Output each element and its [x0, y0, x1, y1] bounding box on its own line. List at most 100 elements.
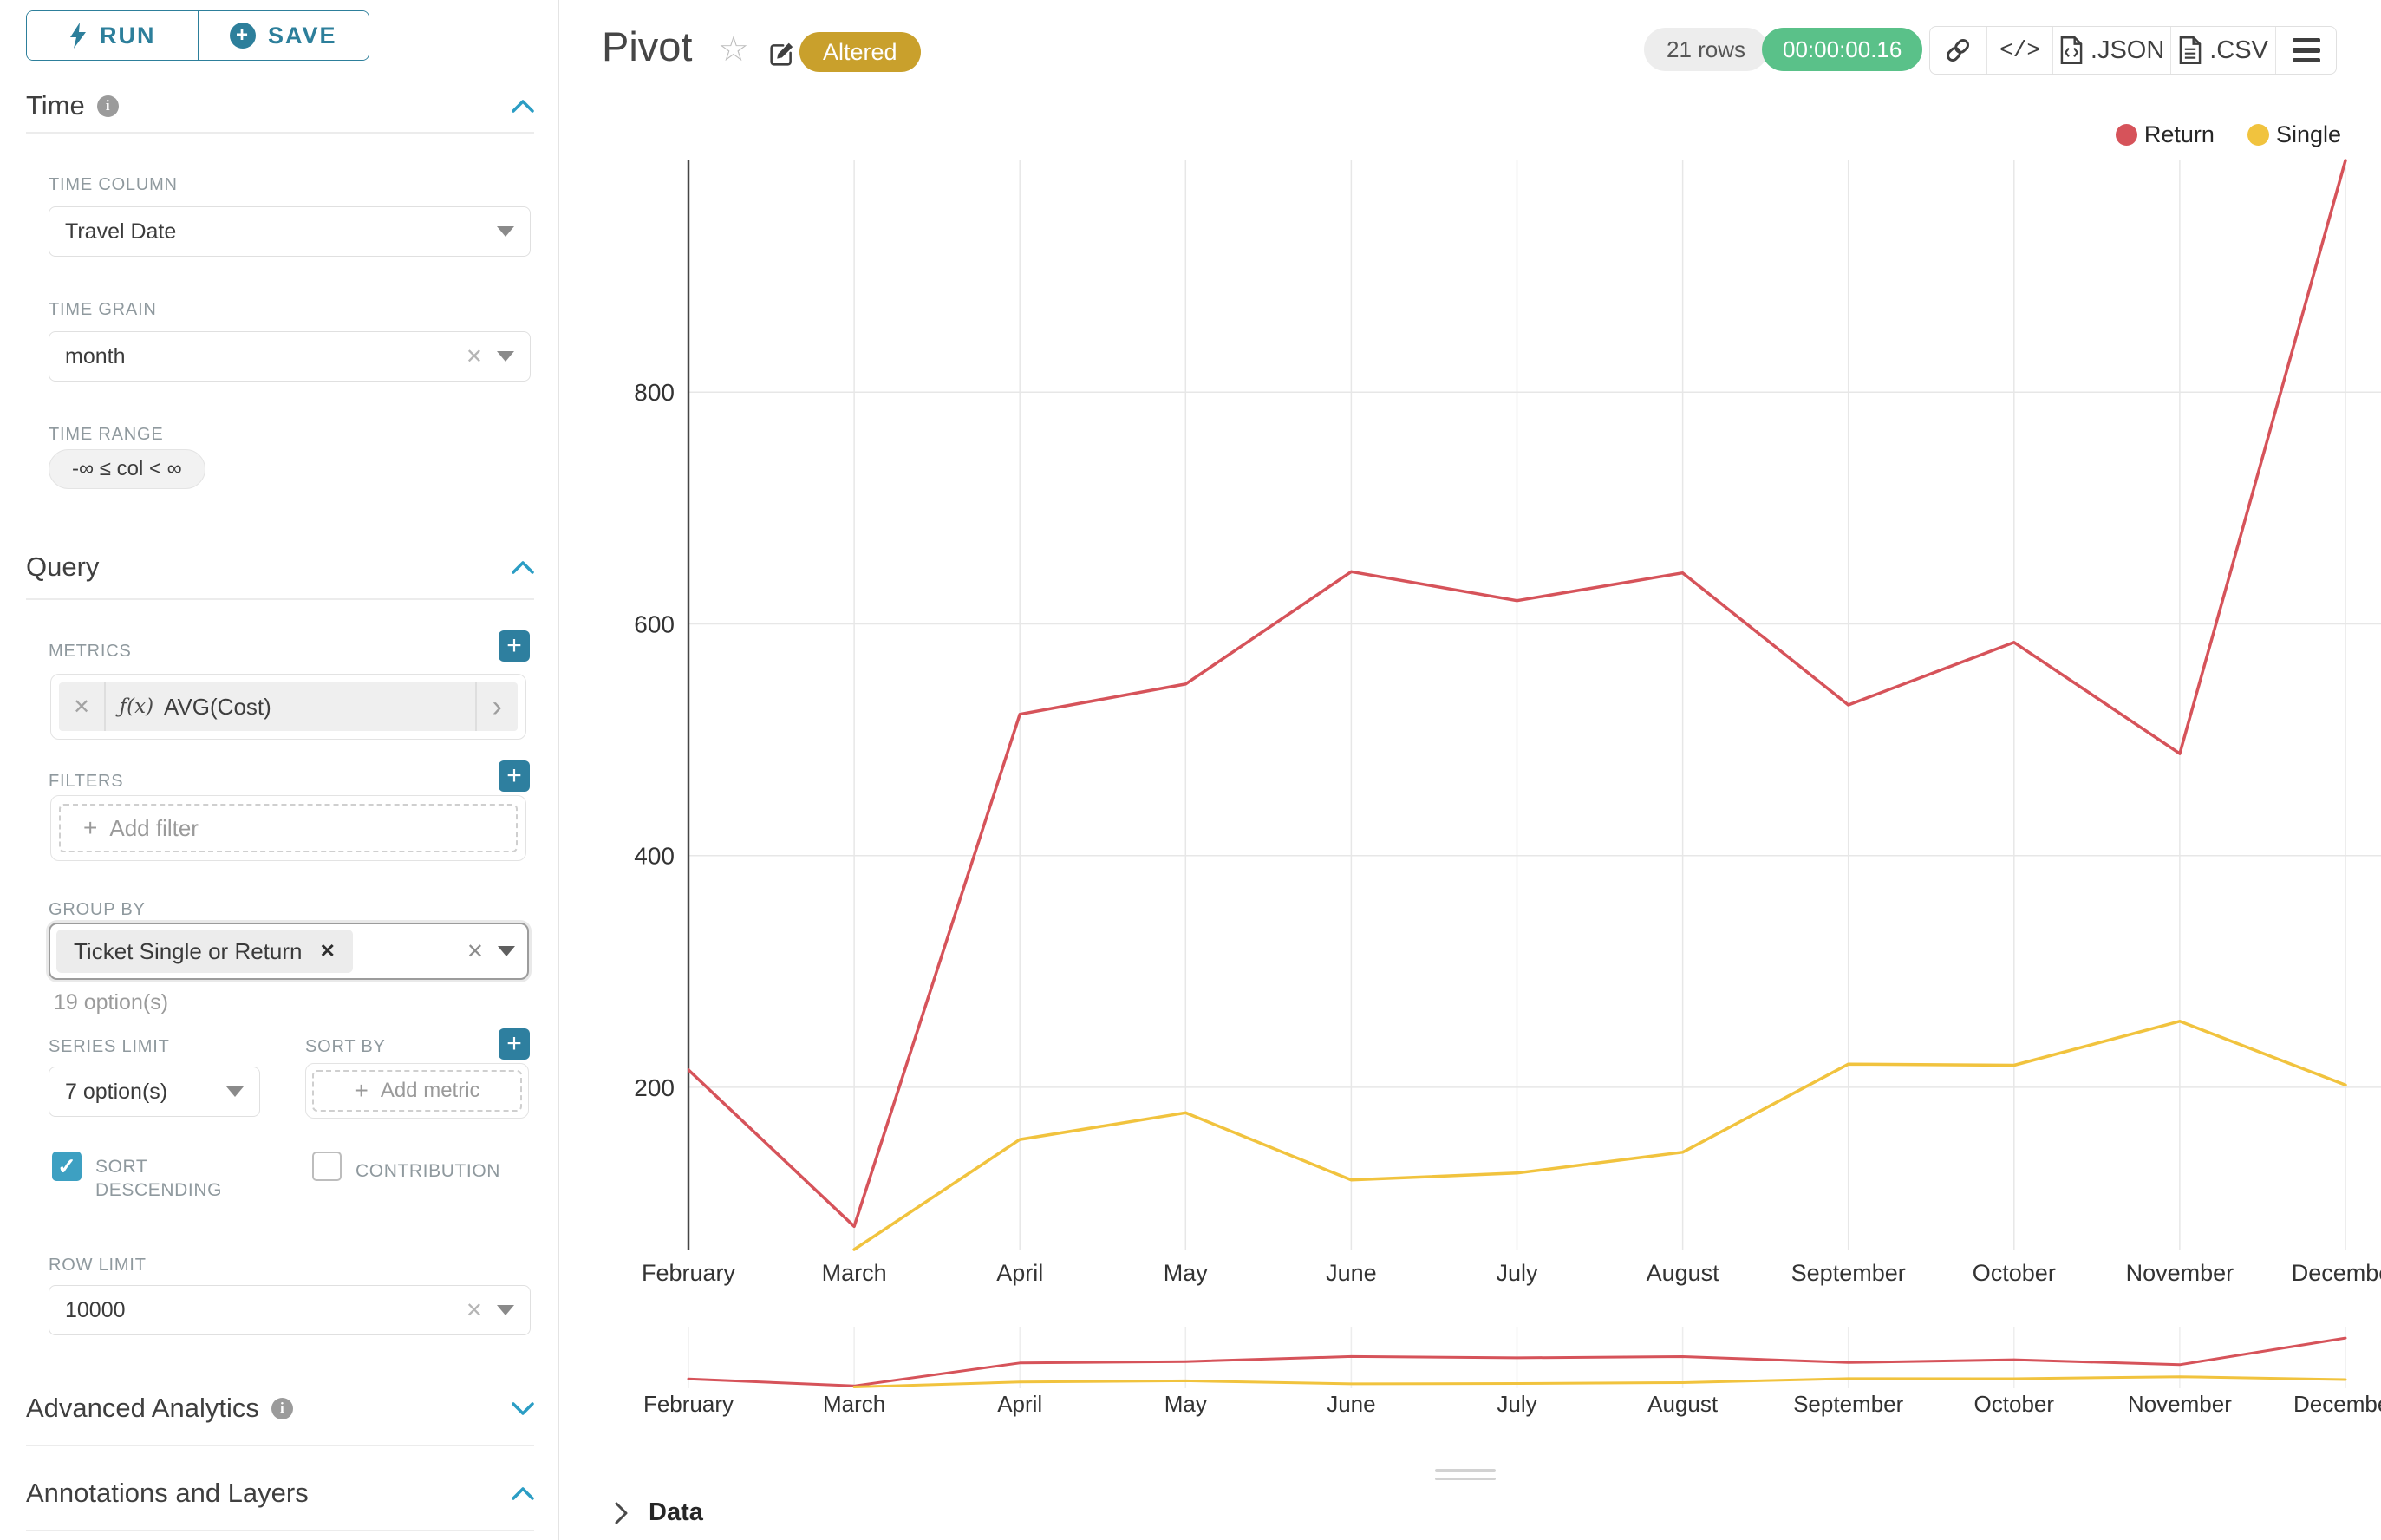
metric-value: AVG(Cost)	[153, 694, 271, 721]
metric-field: ✕ ƒ(x) AVG(Cost) ›	[50, 674, 526, 740]
svg-text:November: November	[2126, 1260, 2234, 1286]
series-limit-select[interactable]: 7 option(s)	[49, 1067, 260, 1117]
clear-icon[interactable]: ✕	[466, 344, 483, 369]
filters-label: FILTERS	[49, 772, 123, 792]
clear-icon[interactable]: ✕	[466, 1298, 483, 1323]
add-filter-plus-button[interactable]: +	[499, 760, 530, 792]
panel-resize-handle[interactable]	[1435, 1469, 1496, 1485]
sort-descending-checkbox[interactable]: ✓	[52, 1152, 82, 1181]
plus-circle-icon: +	[230, 23, 256, 49]
info-icon[interactable]: i	[271, 1398, 293, 1419]
chevron-up-icon[interactable]	[512, 1487, 534, 1500]
chevron-down-icon	[226, 1086, 244, 1097]
filters-field: + Add filter	[50, 795, 526, 861]
query-timer-badge: 00:00:00.16	[1762, 28, 1922, 71]
svg-text:April: April	[997, 1391, 1042, 1417]
time-column-label: TIME COLUMN	[49, 175, 178, 195]
add-filter-button[interactable]: + Add filter	[59, 804, 518, 852]
chevron-up-icon[interactable]	[512, 561, 534, 574]
add-filter-label: Add filter	[109, 815, 199, 842]
advanced-analytics-title: Advanced Analytics	[26, 1393, 259, 1424]
advanced-analytics-header[interactable]: Advanced Analytics i	[26, 1389, 534, 1427]
svg-text:October: October	[1974, 1391, 2055, 1417]
svg-text:August: August	[1647, 1260, 1720, 1286]
line-chart[interactable]: 200400600800FebruaryMarchAprilMayJuneJul…	[559, 104, 2381, 1318]
divider	[26, 132, 534, 134]
query-section-header[interactable]: Query	[26, 548, 534, 586]
row-limit-select[interactable]: 10000 ✕	[49, 1285, 531, 1335]
svg-text:June: June	[1326, 1260, 1377, 1286]
svg-text:800: 800	[634, 379, 675, 406]
json-file-icon	[2059, 36, 2084, 64]
svg-text:June: June	[1327, 1391, 1375, 1417]
svg-text:February: February	[643, 1391, 734, 1417]
svg-text:March: March	[822, 1260, 887, 1286]
time-grain-select[interactable]: month ✕	[49, 331, 531, 382]
save-button[interactable]: + SAVE	[198, 11, 369, 60]
contribution-label: CONTRIBUTION	[356, 1159, 500, 1183]
time-range-pill[interactable]: -∞ ≤ col < ∞	[49, 449, 205, 489]
sort-by-label: SORT BY	[305, 1037, 386, 1057]
divider	[26, 1445, 534, 1446]
export-json-button[interactable]: .JSON	[2052, 27, 2169, 74]
save-button-label: SAVE	[268, 23, 337, 49]
remove-metric-icon[interactable]: ✕	[59, 695, 104, 720]
csv-file-icon	[2178, 36, 2202, 64]
time-range-value: -∞ ≤ col < ∞	[72, 457, 182, 481]
group-by-select[interactable]: Ticket Single or Return ✕ ✕	[49, 923, 529, 980]
remove-tag-icon[interactable]: ✕	[319, 940, 335, 962]
view-query-button[interactable]: </>	[1986, 27, 2053, 74]
time-column-select[interactable]: Travel Date	[49, 206, 531, 257]
row-count-badge: 21 rows	[1644, 28, 1768, 71]
chart-menu-button[interactable]	[2275, 27, 2336, 74]
add-metric-button[interactable]: +	[499, 630, 530, 662]
export-toolbar: </> .JSON .CSV	[1929, 26, 2337, 75]
series-limit-label: SERIES LIMIT	[49, 1037, 170, 1057]
altered-badge: Altered	[799, 32, 921, 72]
chevron-down-icon	[497, 226, 514, 237]
info-icon[interactable]: i	[97, 95, 119, 117]
svg-text:August: August	[1647, 1391, 1719, 1417]
link-icon	[1944, 36, 1972, 64]
row-limit-value: 10000	[65, 1298, 126, 1323]
contribution-checkbox[interactable]	[312, 1152, 342, 1181]
svg-text:600: 600	[634, 610, 675, 637]
add-sort-metric[interactable]: + Add metric	[312, 1070, 522, 1112]
favorite-star-icon[interactable]: ☆	[718, 29, 749, 69]
group-by-tag[interactable]: Ticket Single or Return ✕	[56, 930, 353, 973]
chevron-down-icon	[497, 1305, 514, 1315]
sort-by-placeholder: Add metric	[381, 1079, 480, 1103]
share-link-button[interactable]	[1930, 27, 1986, 74]
divider	[26, 1530, 534, 1531]
code-icon: </>	[1999, 37, 2040, 63]
annotations-section-header[interactable]: Annotations and Layers	[26, 1474, 534, 1512]
metric-pill[interactable]: ✕ ƒ(x) AVG(Cost) ›	[59, 682, 518, 731]
series-limit-value: 7 option(s)	[65, 1080, 167, 1105]
time-section-header[interactable]: Time i	[26, 87, 534, 125]
svg-text:December: December	[2292, 1260, 2381, 1286]
clear-icon[interactable]: ✕	[466, 939, 484, 964]
export-csv-button[interactable]: .CSV	[2170, 27, 2275, 74]
chevron-down-icon[interactable]	[512, 1402, 534, 1415]
svg-text:April: April	[996, 1260, 1043, 1286]
add-sort-metric-button[interactable]: +	[499, 1028, 530, 1060]
export-json-label: .JSON	[2091, 36, 2164, 65]
sort-by-field: + Add metric	[305, 1063, 529, 1119]
svg-text:September: September	[1791, 1260, 1906, 1286]
chevron-down-icon	[497, 351, 514, 362]
run-button[interactable]: RUN	[27, 11, 198, 60]
run-button-label: RUN	[100, 23, 156, 49]
control-panel-sidebar: RUN + SAVE Time i TIME COLUMN Travel Dat…	[0, 0, 559, 1540]
edit-properties-icon[interactable]	[766, 40, 796, 69]
svg-text:November: November	[2128, 1391, 2232, 1417]
svg-text:400: 400	[634, 843, 675, 870]
run-save-button-group: RUN + SAVE	[26, 10, 369, 61]
chevron-up-icon[interactable]	[512, 100, 534, 113]
plus-icon: +	[83, 816, 97, 840]
lightning-bolt-icon	[68, 23, 88, 49]
chevron-down-icon	[498, 946, 515, 956]
range-selector-minichart[interactable]: FebruaryMarchAprilMayJuneJulyAugustSepte…	[559, 1325, 2381, 1425]
chevron-right-icon[interactable]: ›	[477, 692, 518, 721]
data-section-toggle[interactable]: Data	[612, 1498, 703, 1527]
function-icon: ƒ(x)	[106, 695, 153, 718]
